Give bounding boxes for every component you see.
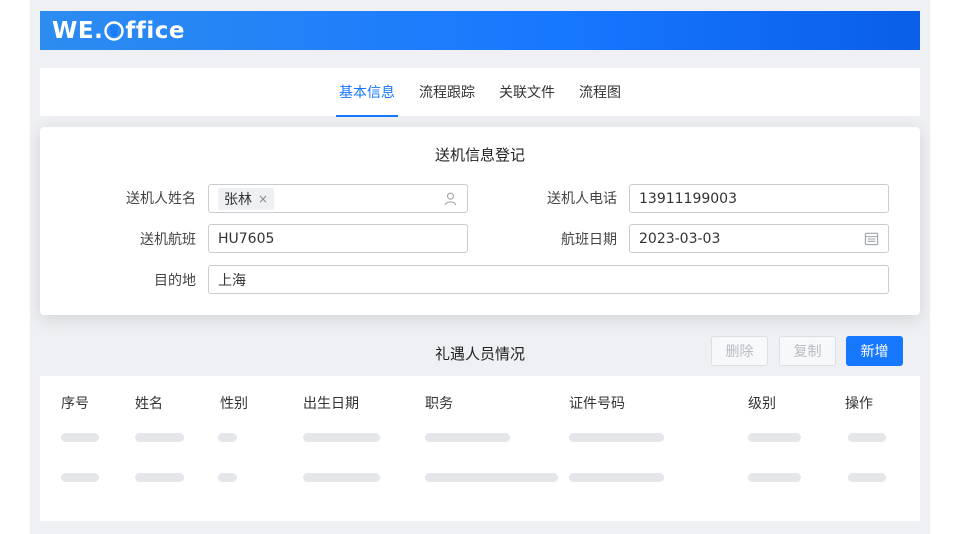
flight-date-value: 2023-03-03 bbox=[639, 230, 721, 247]
sender-name-tag: 张林 × bbox=[218, 187, 275, 210]
sender-name-label: 送机人姓名 bbox=[126, 191, 196, 207]
destination-label: 目的地 bbox=[154, 273, 196, 289]
app-logo[interactable]: WE. ffice bbox=[52, 18, 185, 44]
destination-value: 上海 bbox=[218, 272, 246, 289]
table-row-placeholder bbox=[303, 473, 380, 482]
user-icon[interactable] bbox=[443, 191, 458, 206]
flight-field[interactable]: HU7605 bbox=[208, 224, 468, 253]
tab-bar: 基本信息 流程跟踪 关联文件 流程图 bbox=[40, 68, 920, 117]
flight-label: 送机航班 bbox=[140, 232, 196, 248]
table-row-placeholder bbox=[61, 473, 99, 482]
app-header: WE. ffice bbox=[40, 11, 920, 50]
column-header-name: 姓名 bbox=[135, 396, 163, 412]
destination-field[interactable]: 上海 bbox=[208, 265, 889, 294]
sender-name-tag-text: 张林 bbox=[224, 191, 252, 208]
logo-o-icon bbox=[104, 20, 125, 41]
table-row-placeholder bbox=[748, 433, 801, 442]
guests-table bbox=[40, 376, 920, 521]
sender-phone-field[interactable]: 13911199003 bbox=[629, 184, 889, 213]
tab-flow-tracking[interactable]: 流程跟踪 bbox=[419, 68, 475, 116]
table-row-placeholder bbox=[303, 433, 380, 442]
column-header-gender: 性别 bbox=[220, 396, 248, 412]
flight-date-field[interactable]: 2023-03-03 bbox=[629, 224, 889, 253]
column-header-id-number: 证件号码 bbox=[569, 396, 625, 412]
add-button[interactable]: 新增 bbox=[846, 336, 903, 366]
table-row-placeholder bbox=[135, 433, 184, 442]
form-title: 送机信息登记 bbox=[434, 146, 525, 164]
tab-flow-chart[interactable]: 流程图 bbox=[579, 68, 621, 116]
table-row-placeholder bbox=[569, 433, 664, 442]
flight-date-label: 航班日期 bbox=[561, 232, 617, 248]
sender-phone-value: 13911199003 bbox=[639, 190, 737, 207]
table-row-placeholder bbox=[218, 433, 237, 442]
table-row-placeholder bbox=[748, 473, 801, 482]
table-row-placeholder bbox=[425, 473, 558, 482]
tab-related-files[interactable]: 关联文件 bbox=[499, 68, 555, 116]
send-off-form-card: 送机信息登记 送机人姓名 张林 × 送机人电话 13911199003 送机航班… bbox=[40, 127, 920, 315]
column-header-actions: 操作 bbox=[845, 396, 873, 412]
logo-text-left: WE. bbox=[52, 17, 104, 44]
table-row-placeholder bbox=[425, 433, 510, 442]
table-row-placeholder bbox=[61, 433, 99, 442]
table-row-placeholder bbox=[569, 473, 664, 482]
table-row-placeholder bbox=[218, 473, 237, 482]
table-row-placeholder bbox=[848, 433, 886, 442]
table-row-placeholder bbox=[135, 473, 184, 482]
tab-basic-info[interactable]: 基本信息 bbox=[336, 68, 398, 117]
delete-button[interactable]: 删除 bbox=[711, 336, 768, 366]
column-header-level: 级别 bbox=[748, 396, 776, 412]
copy-button[interactable]: 复制 bbox=[779, 336, 836, 366]
sender-name-field[interactable]: 张林 × bbox=[208, 184, 468, 213]
tag-close-icon[interactable]: × bbox=[258, 192, 268, 206]
flight-value: HU7605 bbox=[218, 230, 275, 247]
column-header-index: 序号 bbox=[61, 396, 89, 412]
table-row-placeholder bbox=[848, 473, 886, 482]
calendar-icon[interactable] bbox=[864, 231, 879, 246]
column-header-birthdate: 出生日期 bbox=[303, 396, 359, 412]
column-header-position: 职务 bbox=[425, 396, 453, 412]
sender-phone-label: 送机人电话 bbox=[547, 191, 617, 207]
logo-text-right: ffice bbox=[125, 17, 185, 44]
